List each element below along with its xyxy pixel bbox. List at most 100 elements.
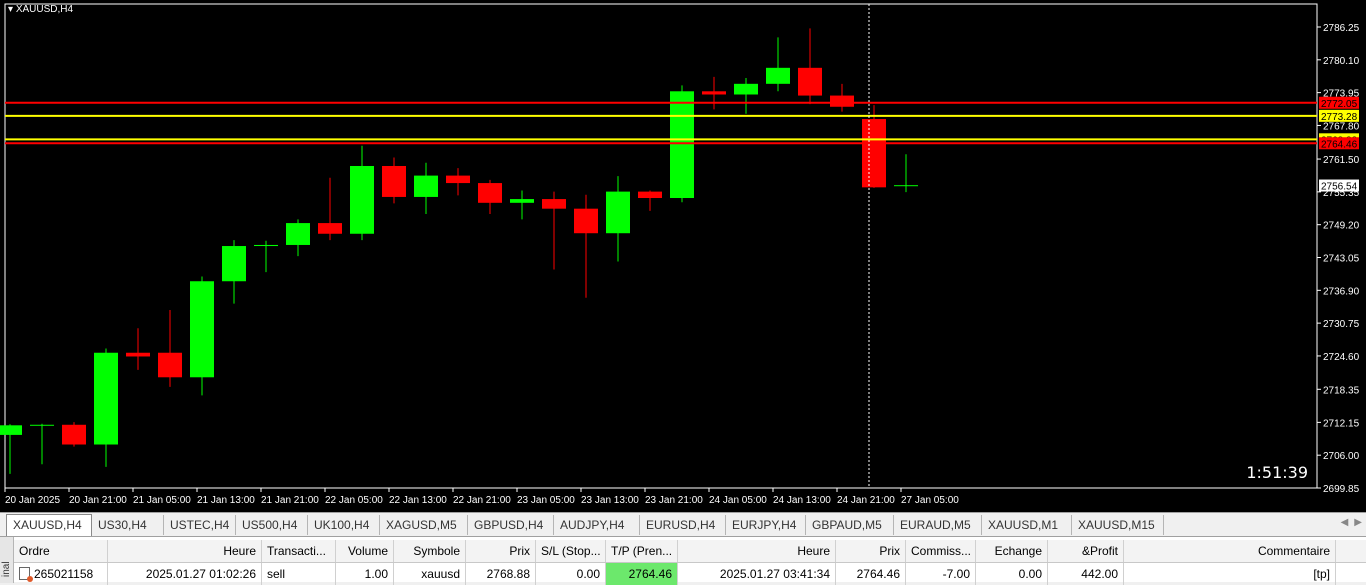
column-header[interactable]: Echange (976, 540, 1048, 562)
x-tick-label: 20 Jan 21:00 (69, 495, 127, 506)
scroll-left-icon[interactable]: ◀ (1341, 517, 1349, 528)
tab-scroll-controls: ◀ ▶ (1335, 517, 1362, 528)
y-tick-label: 2743.05 (1323, 254, 1360, 265)
chart-canvas[interactable]: 2786.252780.102773.952767.802761.502755.… (0, 0, 1366, 512)
plot-frame (4, 3, 1318, 489)
x-tick-label: 23 Jan 05:00 (517, 495, 575, 506)
candle-body (414, 175, 438, 197)
column-header[interactable]: Prix (466, 540, 536, 562)
candle-body (30, 424, 54, 426)
chart-tab[interactable]: GBPAUD,M5 (806, 515, 894, 535)
x-tick-label: 22 Jan 13:00 (389, 495, 447, 506)
chart-tab[interactable]: US500,H4 (236, 515, 308, 535)
y-tick-label: 2786.25 (1323, 23, 1360, 34)
candle-body (318, 223, 342, 234)
column-header[interactable]: S/L (Stop... (536, 540, 606, 562)
chart-tab[interactable]: XAUUSD,H4 (6, 514, 92, 536)
y-tick-label: 2730.75 (1323, 319, 1360, 330)
chart-tab[interactable]: EURJPY,H4 (726, 515, 806, 535)
price-chart[interactable]: 2786.25 2780.10 2773.95 2767.80 2761.50 2755.… (0, 0, 1366, 512)
candle-body (126, 352, 150, 357)
x-tick-label: 23 Jan 13:00 (581, 495, 639, 506)
column-header[interactable]: &Profit (1048, 540, 1124, 562)
candle-body (382, 165, 406, 197)
column-header[interactable]: Commentaire (1124, 540, 1336, 562)
y-tick-label: 2718.35 (1323, 385, 1360, 396)
candle-body (350, 165, 374, 234)
x-tick-label: 21 Jan 13:00 (197, 495, 255, 506)
candle-body (190, 281, 214, 378)
candle-body (734, 83, 758, 95)
candle-body (94, 352, 118, 445)
chart-tabs-bar: XAUUSD,H4 US30,H4 USTEC,H4 US500,H4 UK100,H4… (0, 512, 1366, 536)
column-header[interactable]: Symbole (394, 540, 466, 562)
terminal-table-header: Ordre Heure Transacti... Volume Symbole Prix S… (14, 540, 1366, 563)
candle-body (158, 352, 182, 378)
column-header[interactable]: Transacti... (262, 540, 336, 562)
candle-body (830, 95, 854, 107)
x-tick-label: 24 Jan 13:00 (773, 495, 831, 506)
column-header[interactable]: Prix (836, 540, 906, 562)
y-tick-label: 2712.15 (1323, 418, 1360, 429)
column-header[interactable]: Volume (336, 540, 394, 562)
order-id: 265021158 (34, 567, 94, 581)
level-price-label: 2772.05 (1321, 99, 1358, 110)
current-price-label: 2756.54 (1321, 182, 1358, 193)
column-header[interactable]: Heure (108, 540, 262, 562)
y-tick-label: 2780.10 (1323, 56, 1360, 67)
chart-menu-triangle-icon[interactable]: ▾ (8, 4, 16, 15)
y-tick-label: 2749.20 (1323, 221, 1360, 232)
candle-body (638, 191, 662, 199)
x-tick-label: 21 Jan 21:00 (261, 495, 319, 506)
candle-body (286, 223, 310, 245)
candle-body (574, 208, 598, 234)
chart-tab[interactable]: AUDJPY,H4 (554, 515, 640, 535)
column-header[interactable]: T/P (Pren... (606, 540, 678, 562)
candle-body (862, 119, 886, 188)
chart-tab[interactable]: EURAUD,M5 (894, 515, 982, 535)
candle-body (254, 244, 278, 247)
chart-tab[interactable]: USTEC,H4 (164, 515, 236, 535)
x-tick-label: 24 Jan 21:00 (837, 495, 895, 506)
column-header[interactable]: Commiss... (906, 540, 976, 562)
candle-body (542, 199, 566, 209)
candle-body (222, 246, 246, 282)
chart-tab[interactable]: US30,H4 (92, 515, 164, 535)
chart-tab[interactable]: XAUUSD,M15 (1072, 515, 1164, 535)
candle-body (894, 185, 918, 187)
candle-body (478, 183, 502, 203)
x-tick-label: 22 Jan 05:00 (325, 495, 383, 506)
x-tick-label: 27 Jan 05:00 (901, 495, 959, 506)
y-tick-label: 2699.85 (1323, 484, 1360, 495)
chart-tab[interactable]: XAUUSD,M1 (982, 515, 1072, 535)
x-tick-label: 20 Jan 2025 (5, 495, 60, 506)
chart-tab[interactable]: GBPUSD,H4 (468, 515, 554, 535)
chart-tab[interactable]: XAGUSD,M5 (380, 515, 468, 535)
candle-body (62, 424, 86, 445)
y-tick-label: 2767.80 (1323, 121, 1360, 132)
x-tick-label: 21 Jan 05:00 (133, 495, 191, 506)
y-tick-label: 2706.00 (1323, 451, 1360, 462)
chart-tab[interactable]: UK100,H4 (308, 515, 380, 535)
candle-body (798, 67, 822, 96)
level-price-label: 2773.28 (1321, 112, 1358, 123)
candle-countdown-clock: 1:51:39 (1246, 463, 1308, 482)
terminal-side-tab[interactable]: inal (0, 537, 14, 583)
x-tick-label: 22 Jan 21:00 (453, 495, 511, 506)
x-tick-label: 23 Jan 21:00 (645, 495, 703, 506)
candle-body (766, 67, 790, 84)
order-icon (19, 567, 33, 582)
candle-body (0, 425, 22, 435)
y-tick-label: 2761.50 (1323, 155, 1360, 166)
candle-body (510, 199, 534, 203)
level-price-label: 2764.46 (1321, 139, 1358, 150)
scroll-right-icon[interactable]: ▶ (1354, 517, 1362, 528)
candle-body (702, 91, 726, 95)
chart-tab[interactable]: EURUSD,H4 (640, 515, 726, 535)
terminal-panel: inal Ordre Heure Transacti... Volume Symbole… (0, 536, 1366, 585)
x-tick-label: 24 Jan 05:00 (709, 495, 767, 506)
candle-body (446, 175, 470, 184)
column-header[interactable]: Heure (678, 540, 836, 562)
column-header[interactable]: Ordre (14, 540, 108, 562)
candle-body (606, 191, 630, 234)
